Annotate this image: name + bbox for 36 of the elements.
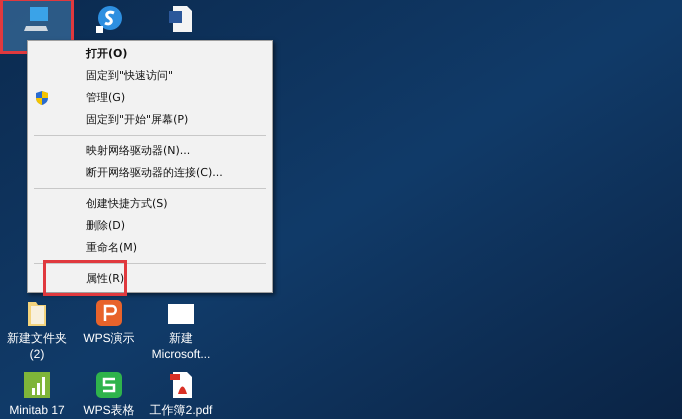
- icon-label: 新建 Microsoft...: [152, 330, 210, 362]
- menu-item[interactable]: 管理(G): [28, 87, 272, 109]
- icon-label: Minitab 17: [9, 402, 65, 418]
- desktop-icon[interactable]: 新建文件夹 (2): [2, 294, 72, 362]
- menu-item-label: 断开网络驱动器的连接(C)...: [86, 164, 223, 181]
- desktop-icon[interactable]: WPS表格: [74, 366, 144, 418]
- desktop-icon[interactable]: 工作簿2.pdf: [146, 366, 216, 418]
- menu-item-label: 属性(R): [86, 270, 124, 287]
- menu-item[interactable]: 映射网络驱动器(N)...: [28, 140, 272, 162]
- app-logo-icon: [94, 4, 124, 34]
- desktop-icon[interactable]: WPS演示: [74, 294, 144, 346]
- menu-item[interactable]: 创建快捷方式(S): [28, 193, 272, 215]
- menu-item-label: 删除(D): [86, 218, 126, 234]
- menu-item-label: 固定到"开始"屏幕(P): [86, 112, 188, 128]
- menu-item[interactable]: 固定到"开始"屏幕(P): [28, 109, 272, 131]
- menu-item-label: 打开(O): [86, 46, 128, 62]
- menu-item-label: 管理(G): [86, 90, 126, 106]
- menu-item[interactable]: 删除(D): [28, 215, 272, 237]
- menu-item[interactable]: 属性(R): [28, 268, 272, 290]
- menu-item[interactable]: 重命名(M): [28, 237, 272, 259]
- menu-item-label: 映射网络驱动器(N)...: [86, 142, 190, 159]
- menu-item-label: 固定到"快速访问": [86, 68, 174, 84]
- presentation-app-icon: [94, 298, 124, 328]
- desktop-icon[interactable]: 新建 Microsoft...: [146, 294, 216, 362]
- bar-chart-app-icon: [22, 370, 52, 400]
- menu-item[interactable]: 固定到"快速访问": [28, 65, 272, 87]
- icon-label: WPS演示: [83, 330, 135, 346]
- menu-item-label: 创建快捷方式(S): [86, 196, 168, 212]
- icon-label: 工作簿2.pdf: [150, 402, 212, 418]
- desktop-icon[interactable]: Minitab 17: [2, 366, 72, 418]
- menu-item[interactable]: 打开(O): [28, 43, 272, 65]
- icon-label: 新建文件夹 (2): [7, 330, 67, 362]
- spreadsheet-app-icon: [94, 370, 124, 400]
- menu-item[interactable]: 断开网络驱动器的连接(C)...: [28, 162, 272, 184]
- menu-item-label: 重命名(M): [86, 240, 138, 256]
- icon-label: WPS表格: [83, 402, 135, 418]
